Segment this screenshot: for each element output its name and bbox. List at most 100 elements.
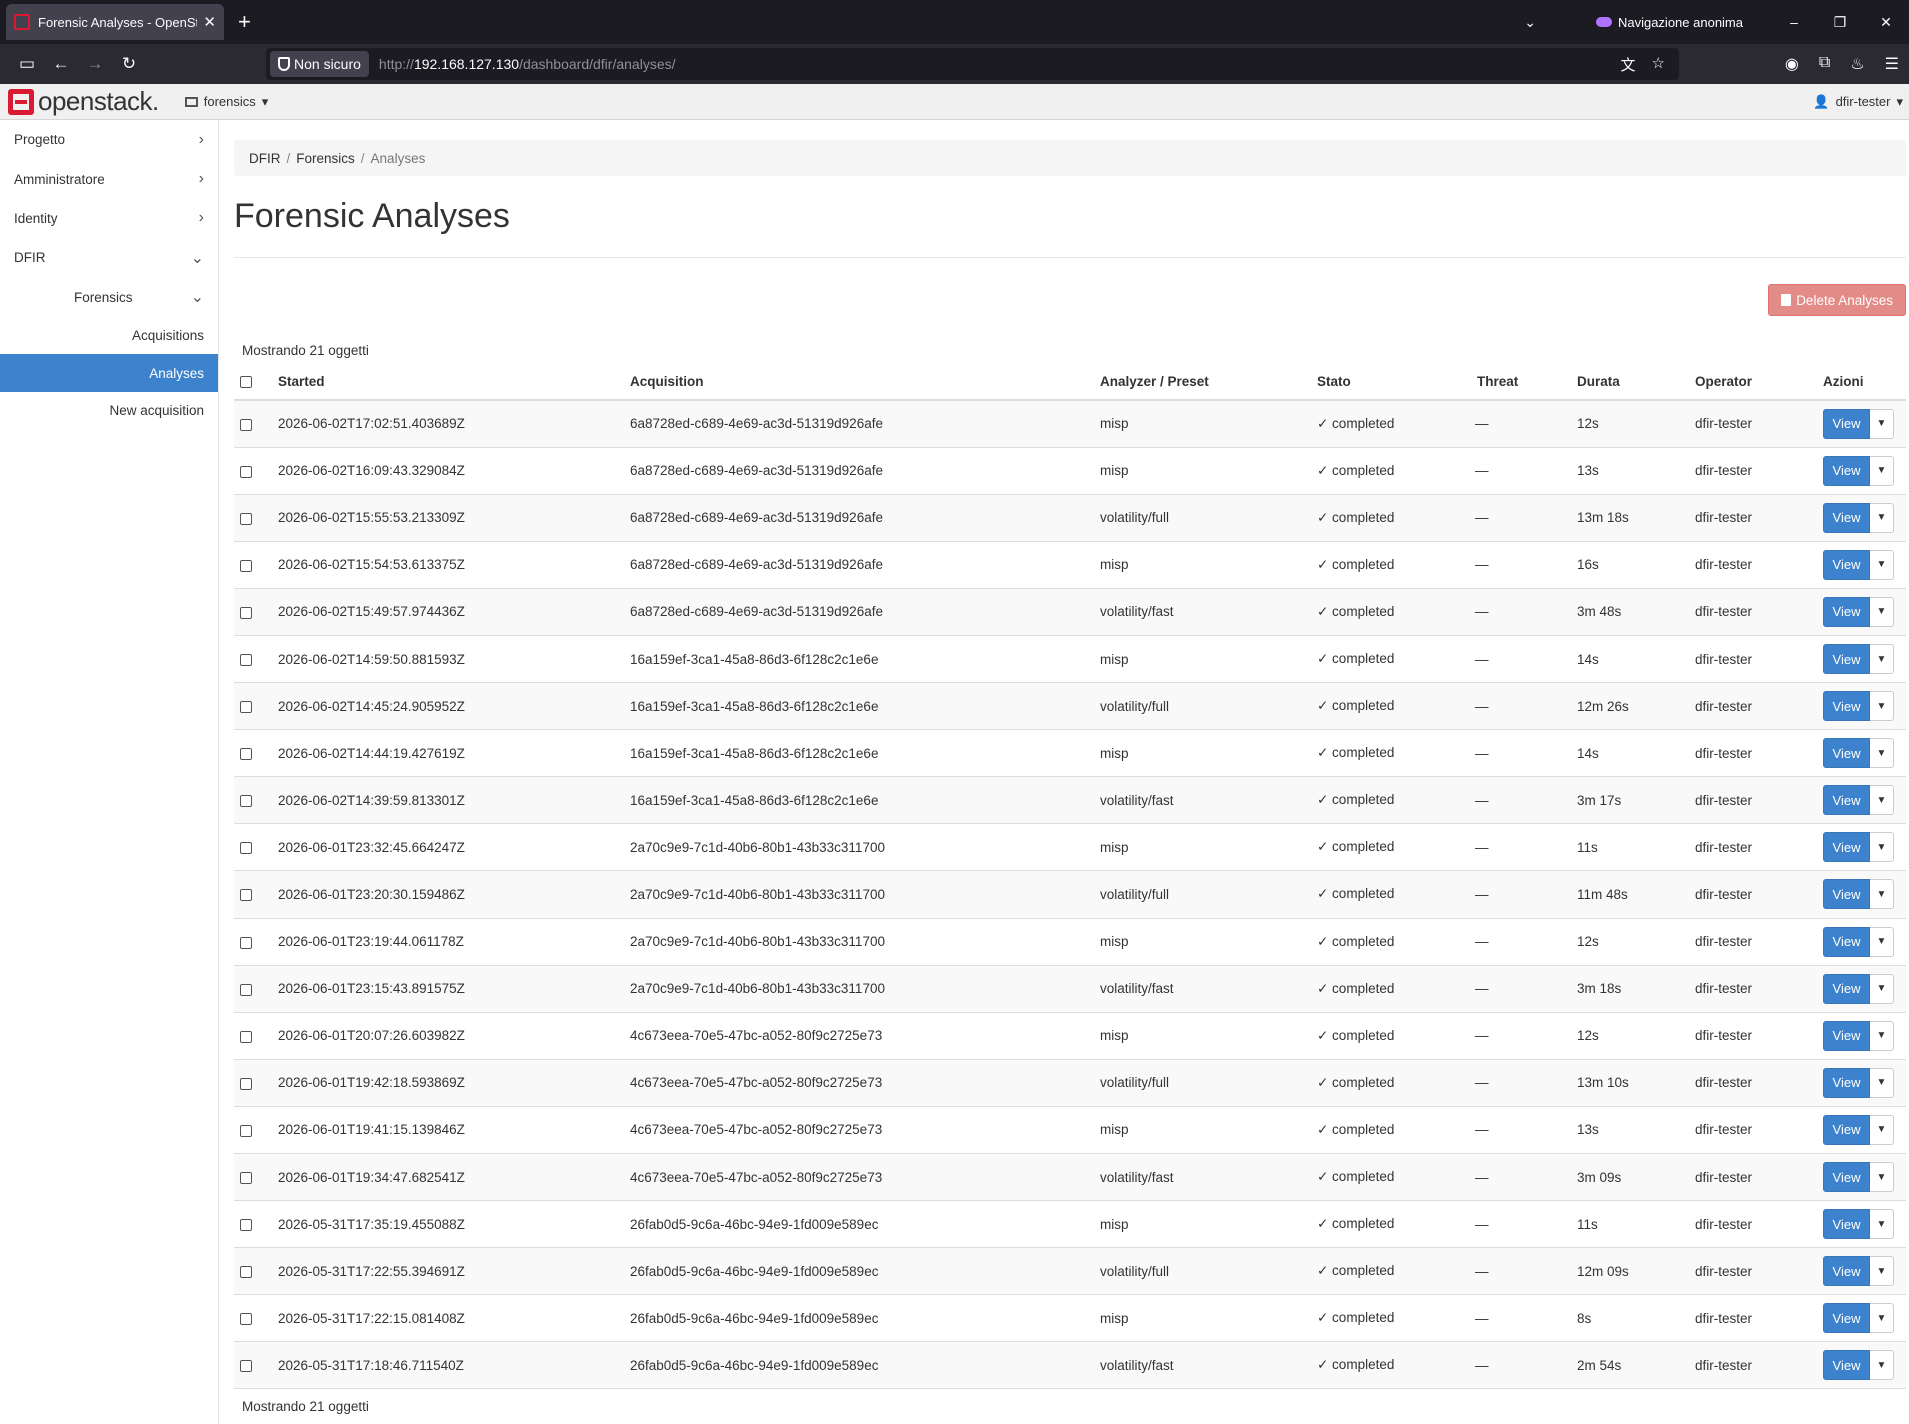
row-actions-dropdown-icon[interactable]: ▼ (1870, 408, 1894, 439)
col-stato[interactable]: Stato (1311, 364, 1471, 401)
project-selector[interactable]: forensics ▾ (184, 94, 268, 110)
row-actions-dropdown-icon[interactable]: ▼ (1870, 926, 1894, 957)
row-checkbox[interactable] (240, 1313, 252, 1326)
row-checkbox[interactable] (240, 842, 252, 855)
translate-icon[interactable]: 文 (1621, 54, 1636, 75)
sidebar-item-amministratore[interactable]: Amministratore › (0, 159, 218, 198)
row-checkbox[interactable] (240, 653, 252, 666)
row-actions-dropdown-icon[interactable]: ▼ (1870, 455, 1894, 486)
view-button[interactable]: View (1823, 1350, 1870, 1381)
view-button[interactable]: View (1823, 1209, 1870, 1240)
row-actions-dropdown-icon[interactable]: ▼ (1870, 1209, 1894, 1240)
insecure-badge[interactable]: Non sicuro (270, 51, 369, 77)
row-actions-dropdown-icon[interactable]: ▼ (1870, 502, 1894, 533)
sidebar-item-forensics[interactable]: Forensics ⌄ (0, 278, 218, 317)
restore-icon[interactable]: ❐ (1817, 14, 1863, 31)
url-bar[interactable]: Non sicuro http://192.168.127.130/dashbo… (266, 48, 1679, 80)
close-window-icon[interactable]: ✕ (1863, 14, 1909, 31)
firefox-view-icon[interactable]: ♨ (1850, 54, 1864, 74)
row-actions-dropdown-icon[interactable]: ▼ (1870, 1020, 1894, 1051)
row-actions-dropdown-icon[interactable]: ▼ (1870, 1256, 1894, 1287)
new-tab-button[interactable]: + (238, 9, 251, 35)
row-checkbox[interactable] (240, 606, 252, 619)
breadcrumb-dfir[interactable]: DFIR (249, 151, 281, 166)
forward-icon[interactable]: → (78, 54, 112, 74)
row-actions-dropdown-icon[interactable]: ▼ (1870, 596, 1894, 627)
col-threat[interactable]: Threat (1471, 364, 1571, 401)
row-actions-dropdown-icon[interactable]: ▼ (1870, 832, 1894, 863)
extensions-icon[interactable]: ⧉ (1819, 54, 1830, 74)
row-actions-dropdown-icon[interactable]: ▼ (1870, 1350, 1894, 1381)
row-checkbox[interactable] (240, 559, 252, 572)
view-button[interactable]: View (1823, 408, 1870, 439)
view-button[interactable]: View (1823, 926, 1870, 957)
view-button[interactable]: View (1823, 549, 1870, 580)
browser-tab[interactable]: Forensic Analyses - OpenStack D ✕ (6, 4, 224, 40)
close-tab-icon[interactable]: ✕ (203, 13, 216, 31)
star-icon[interactable]: ☆ (1652, 54, 1665, 75)
openstack-logo[interactable]: openstack. (8, 86, 159, 117)
sidebar-icon[interactable]: ▭ (10, 54, 44, 74)
view-button[interactable]: View (1823, 644, 1870, 675)
view-button[interactable]: View (1823, 879, 1870, 910)
row-actions-dropdown-icon[interactable]: ▼ (1870, 1162, 1894, 1193)
breadcrumb-forensics[interactable]: Forensics (296, 151, 355, 166)
view-button[interactable]: View (1823, 1256, 1870, 1287)
row-checkbox[interactable] (240, 1077, 252, 1090)
row-checkbox[interactable] (240, 418, 252, 431)
view-button[interactable]: View (1823, 691, 1870, 722)
view-button[interactable]: View (1823, 1114, 1870, 1145)
row-checkbox[interactable] (240, 983, 252, 996)
view-button[interactable]: View (1823, 455, 1870, 486)
back-icon[interactable]: ← (44, 54, 78, 74)
user-menu[interactable]: 👤 dfir-tester ▾ (1813, 94, 1903, 110)
delete-analyses-button[interactable]: Delete Analyses (1768, 284, 1906, 316)
minimize-icon[interactable]: – (1771, 14, 1817, 30)
col-started[interactable]: Started (272, 364, 624, 401)
col-durata[interactable]: Durata (1571, 364, 1689, 401)
sidebar-item-acquisitions[interactable]: Acquisitions (0, 317, 218, 355)
url-text[interactable]: http://192.168.127.130/dashboard/dfir/an… (379, 56, 676, 72)
sidebar-item-progetto[interactable]: Progetto › (0, 120, 218, 159)
account-icon[interactable]: ◉ (1785, 54, 1799, 74)
row-actions-dropdown-icon[interactable]: ▼ (1870, 549, 1894, 580)
view-button[interactable]: View (1823, 1067, 1870, 1098)
row-checkbox[interactable] (240, 1124, 252, 1137)
row-actions-dropdown-icon[interactable]: ▼ (1870, 973, 1894, 1004)
col-operator[interactable]: Operator (1689, 364, 1817, 401)
sidebar-item-new-acquisition[interactable]: New acquisition (0, 392, 218, 430)
list-tabs-chevron-icon[interactable]: ⌄ (1524, 14, 1536, 31)
row-checkbox[interactable] (240, 465, 252, 478)
row-actions-dropdown-icon[interactable]: ▼ (1870, 879, 1894, 910)
view-button[interactable]: View (1823, 596, 1870, 627)
row-actions-dropdown-icon[interactable]: ▼ (1870, 644, 1894, 675)
row-checkbox[interactable] (240, 1360, 252, 1373)
sidebar-item-analyses[interactable]: Analyses (0, 354, 218, 392)
reload-icon[interactable]: ↻ (112, 54, 146, 74)
view-button[interactable]: View (1823, 785, 1870, 816)
view-button[interactable]: View (1823, 1020, 1870, 1051)
row-actions-dropdown-icon[interactable]: ▼ (1870, 1303, 1894, 1334)
row-checkbox[interactable] (240, 748, 252, 761)
row-checkbox[interactable] (240, 1219, 252, 1232)
row-checkbox[interactable] (240, 1030, 252, 1043)
row-checkbox[interactable] (240, 795, 252, 808)
row-actions-dropdown-icon[interactable]: ▼ (1870, 738, 1894, 769)
row-checkbox[interactable] (240, 936, 252, 949)
row-actions-dropdown-icon[interactable]: ▼ (1870, 785, 1894, 816)
view-button[interactable]: View (1823, 738, 1870, 769)
col-acquisition[interactable]: Acquisition (624, 364, 1094, 401)
col-analyzer[interactable]: Analyzer / Preset (1094, 364, 1311, 401)
row-actions-dropdown-icon[interactable]: ▼ (1870, 691, 1894, 722)
select-all-checkbox[interactable] (240, 376, 252, 389)
row-checkbox[interactable] (240, 701, 252, 714)
view-button[interactable]: View (1823, 973, 1870, 1004)
row-actions-dropdown-icon[interactable]: ▼ (1870, 1067, 1894, 1098)
view-button[interactable]: View (1823, 832, 1870, 863)
menu-icon[interactable]: ☰ (1885, 54, 1899, 74)
row-checkbox[interactable] (240, 1171, 252, 1184)
row-checkbox[interactable] (240, 512, 252, 525)
view-button[interactable]: View (1823, 1303, 1870, 1334)
row-checkbox[interactable] (240, 889, 252, 902)
row-actions-dropdown-icon[interactable]: ▼ (1870, 1114, 1894, 1145)
